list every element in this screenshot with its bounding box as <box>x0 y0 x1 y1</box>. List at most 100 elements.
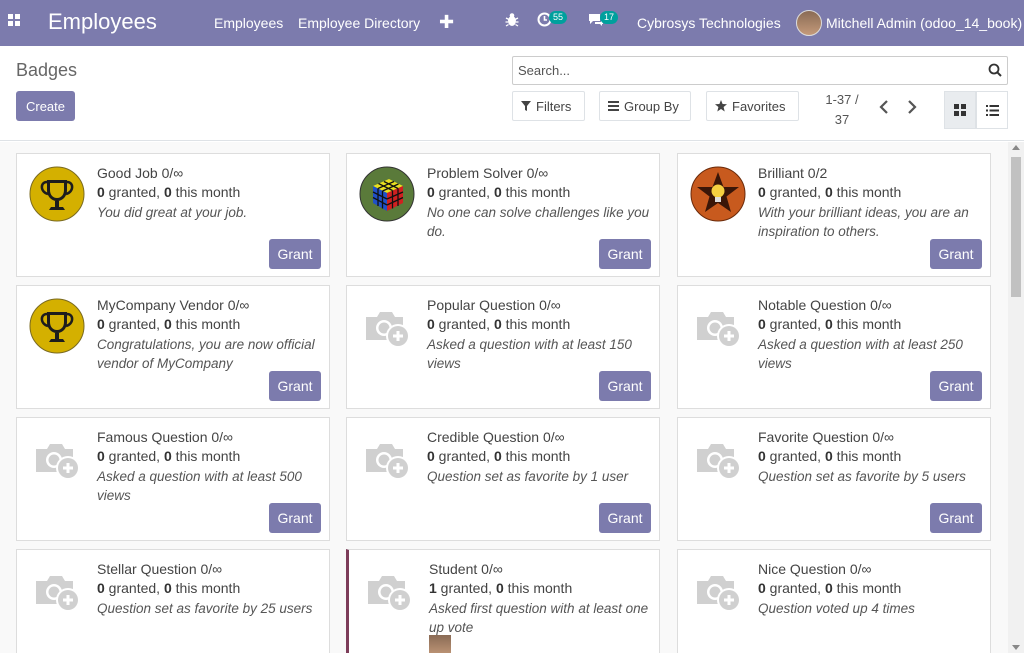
control-panel: Badges Create Filters Group By Favorites… <box>0 46 1024 141</box>
badge-title: Famous Question 0/∞ <box>97 429 234 445</box>
granted-suffix: granted, <box>104 580 164 596</box>
badge-card[interactable]: Problem Solver 0/∞ 0 granted, 0 this mont… <box>346 153 660 277</box>
menu-employees[interactable]: Employees <box>214 15 283 31</box>
kanban-grid-icon <box>954 104 966 116</box>
pager-next-icon[interactable] <box>907 98 917 119</box>
badge-card[interactable]: Famous Question 0/∞ 0 granted, 0 this mon… <box>16 417 330 541</box>
top-navbar: Employees Employees Employee Directory ✚… <box>0 0 1024 46</box>
star-icon <box>715 100 727 112</box>
month-suffix: this month <box>832 448 902 464</box>
grant-button[interactable]: Grant <box>599 371 651 401</box>
badge-description: Asked first question with at least one u… <box>429 601 649 635</box>
pager-range: 1-37 / <box>825 92 859 107</box>
month-count: 0 <box>495 580 504 596</box>
badge-card[interactable]: Notable Question 0/∞ 0 granted, 0 this mo… <box>677 285 991 409</box>
filters-button[interactable]: Filters <box>512 91 585 121</box>
bug-debug-icon[interactable] <box>505 12 519 31</box>
grant-button[interactable]: Grant <box>599 503 651 533</box>
favorites-button[interactable]: Favorites <box>706 91 799 121</box>
grant-button[interactable]: Grant <box>599 239 651 269</box>
scroll-down-arrow-icon[interactable] <box>1012 645 1020 650</box>
grant-button[interactable]: Grant <box>269 503 321 533</box>
menu-employee-directory[interactable]: Employee Directory <box>298 15 420 31</box>
badge-title: Notable Question 0/∞ <box>758 297 892 313</box>
badge-title: Problem Solver 0/∞ <box>427 165 549 181</box>
camera-placeholder-icon <box>690 298 746 354</box>
grant-button[interactable]: Grant <box>930 503 982 533</box>
badge-description: Question set as favorite by 1 user <box>427 469 629 484</box>
granted-count: 0 <box>97 184 105 200</box>
badge-card[interactable]: Popular Question 0/∞ 0 granted, 0 this mo… <box>346 285 660 409</box>
bars-icon <box>608 101 619 111</box>
granted-suffix: granted, <box>434 448 494 464</box>
filter-funnel-icon <box>521 101 531 111</box>
badge-title: Stellar Question 0/∞ <box>97 561 223 577</box>
badge-title: Favorite Question 0/∞ <box>758 429 895 445</box>
granted-count: 1 <box>429 580 437 596</box>
search-icon[interactable] <box>988 63 1002 77</box>
search-input[interactable] <box>518 63 968 78</box>
badge-description: Question set as favorite by 25 users <box>97 601 313 616</box>
camera-placeholder-icon <box>690 562 746 618</box>
kanban-view-button[interactable] <box>944 91 976 129</box>
granted-count: 0 <box>97 580 105 596</box>
month-suffix: this month <box>171 580 241 596</box>
month-count: 0 <box>163 184 172 200</box>
badge-card[interactable]: Nice Question 0/∞ 0 granted, 0 this month… <box>677 549 991 653</box>
scroll-up-arrow-icon[interactable] <box>1012 145 1020 150</box>
favorites-label: Favorites <box>732 98 786 114</box>
badge-stats: 1 granted, 0 this month <box>429 580 572 596</box>
user-menu[interactable]: Mitchell Admin (odoo_14_book) <box>826 15 1022 31</box>
badge-stats: 0 granted, 0 this month <box>758 580 901 596</box>
kanban-view: Good Job 0/∞ 0 granted, 0 this month You d… <box>0 142 1024 653</box>
search-bar[interactable] <box>512 56 1008 85</box>
granted-count: 0 <box>758 448 766 464</box>
badge-card[interactable]: Credible Question 0/∞ 0 granted, 0 this m… <box>346 417 660 541</box>
badge-card[interactable]: MyCompany Vendor 0/∞ 0 granted, 0 this mo… <box>16 285 330 409</box>
camera-placeholder-icon <box>29 562 85 618</box>
badge-card[interactable]: Student 0/∞ 1 granted, 0 this month Asked … <box>346 549 660 653</box>
grant-button[interactable]: Grant <box>269 371 321 401</box>
badge-card[interactable]: Brilliant 0/2 0 granted, 0 this month With… <box>677 153 991 277</box>
month-count: 0 <box>493 184 502 200</box>
badge-title: Brilliant 0/2 <box>758 165 828 181</box>
badge-stats: 0 granted, 0 this month <box>758 184 901 200</box>
vertical-scrollbar[interactable] <box>1008 142 1024 653</box>
granted-suffix: granted, <box>104 184 164 200</box>
company-switcher[interactable]: Cybrosys Technologies <box>637 15 781 31</box>
badge-title: MyCompany Vendor 0/∞ <box>97 297 250 313</box>
badge-stats: 0 granted, 0 this month <box>97 580 240 596</box>
grant-button[interactable]: Grant <box>930 239 982 269</box>
list-view-button[interactable] <box>976 91 1008 129</box>
month-suffix: this month <box>171 184 241 200</box>
badge-card[interactable]: Stellar Question 0/∞ 0 granted, 0 this mo… <box>16 549 330 653</box>
badge-description: Question voted up 4 times <box>758 601 915 616</box>
badge-description: Congratulations, you are now official ve… <box>97 337 315 371</box>
grant-button[interactable]: Grant <box>269 239 321 269</box>
badge-card[interactable]: Good Job 0/∞ 0 granted, 0 this month You d… <box>16 153 330 277</box>
month-suffix: this month <box>501 316 571 332</box>
badge-stats: 0 granted, 0 this month <box>427 316 570 332</box>
badge-description: Asked a question with at least 250 views <box>758 337 963 371</box>
badge-stats: 0 granted, 0 this month <box>97 316 240 332</box>
page-title: Badges <box>16 60 78 80</box>
group-by-button[interactable]: Group By <box>599 91 691 121</box>
apps-menu-icon[interactable] <box>8 14 24 30</box>
user-avatar[interactable] <box>796 10 822 36</box>
app-title[interactable]: Employees <box>48 9 157 35</box>
pager-previous-icon[interactable] <box>879 98 889 119</box>
filters-label: Filters <box>536 98 572 114</box>
granted-suffix: granted, <box>104 316 164 332</box>
badge-card[interactable]: Favorite Question 0/∞ 0 granted, 0 this m… <box>677 417 991 541</box>
group-by-label: Group By <box>624 98 679 114</box>
lightbulb-star-icon <box>690 166 746 222</box>
scroll-thumb[interactable] <box>1011 157 1021 297</box>
pager-value[interactable]: 1-37 / 37 <box>822 90 862 130</box>
create-button[interactable]: Create <box>16 91 75 121</box>
month-count: 0 <box>163 316 172 332</box>
camera-placeholder-icon <box>361 562 417 618</box>
grant-button[interactable]: Grant <box>930 371 982 401</box>
granted-suffix: granted, <box>765 184 825 200</box>
quick-create-plus-icon[interactable]: ✚ <box>439 12 454 33</box>
month-count: 0 <box>824 316 833 332</box>
